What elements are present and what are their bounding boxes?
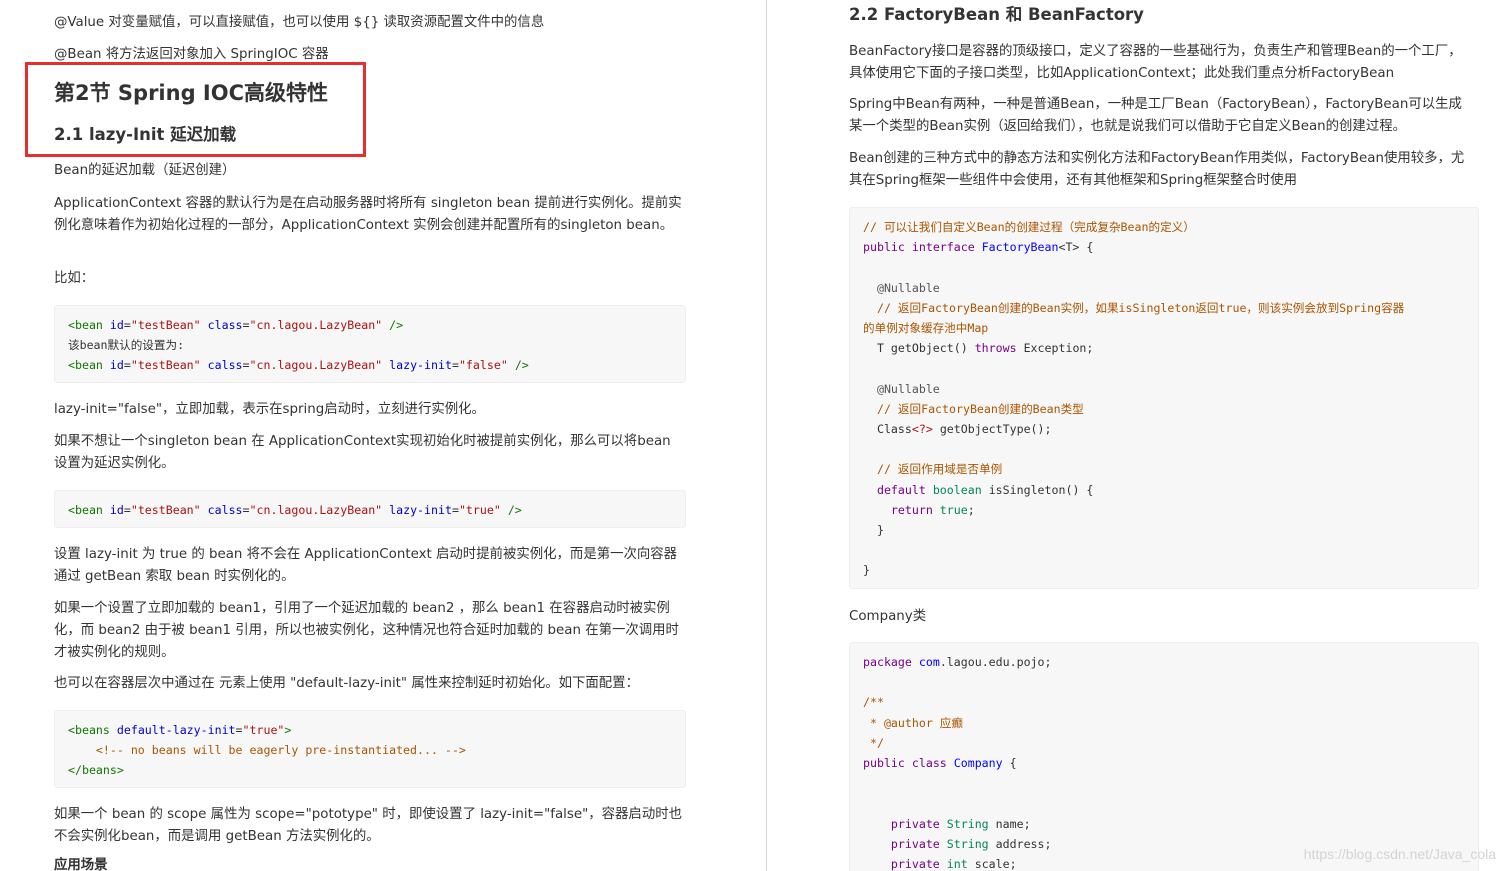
label-company-class: Company类 — [849, 609, 927, 624]
paragraph-beanfactory: BeanFactory接口是容器的顶级接口，定义了容器的一些基础行为，负责生产和… — [849, 44, 1462, 81]
heading-use-cases: 应用场景 — [54, 858, 108, 871]
intro-line-value: @Value 对变量赋值，可以直接赋值，也可以使用 ${} 读取资源配置文件中的… — [54, 15, 545, 30]
subsection-title-factorybean: 2.2 FactoryBean 和 BeanFactory — [849, 5, 1144, 24]
code-block-default-bean: <bean id="testBean" class="cn.lagou.Lazy… — [54, 305, 686, 383]
paragraph-example: 比如： — [54, 271, 95, 286]
paragraph-three-ways: Bean创建的三种方式中的静态方法和实例化方法和FactoryBean作用类似，… — [849, 151, 1465, 188]
paragraph-two-bean-types: Spring中Bean有两种，一种是普通Bean，一种是工厂Bean（Facto… — [849, 97, 1462, 134]
paragraph-no-preinit: 如果不想让一个singleton bean 在 ApplicationConte… — [54, 434, 671, 471]
paragraph-lazy-false: lazy-init="false"，立即加载，表示在spring启动时，立刻进行… — [54, 402, 485, 417]
paragraph-default-lazy-init: 也可以在容器层次中通过在 元素上使用 "default-lazy-init" 属… — [54, 676, 639, 691]
right-page: 2.2 FactoryBean 和 BeanFactory BeanFactor… — [769, 0, 1506, 871]
page-divider — [766, 0, 767, 871]
left-page: @Value 对变量赋值，可以直接赋值，也可以使用 ${} 读取资源配置文件中的… — [0, 0, 766, 871]
paragraph-default-behavior: ApplicationContext 容器的默认行为是在启动服务器时将所有 si… — [54, 196, 682, 233]
code-block-factorybean-interface: // 可以让我们自定义Bean的创建过程（完成复杂Bean的定义） public… — [849, 207, 1479, 589]
code-block-lazy-true: <bean id="testBean" calss="cn.lagou.Lazy… — [54, 490, 686, 528]
subsection-title-lazy-init: 2.1 lazy-Init 延迟加载 — [54, 125, 237, 144]
code-block-beans-default-lazy: <beans default-lazy-init="true"> <!-- no… — [54, 710, 686, 788]
paragraph-bean1-bean2: 如果一个设置了立即加载的 bean1，引用了一个延迟加载的 bean2 ，那么 … — [54, 601, 679, 660]
paragraph-scope-prototype: 如果一个 bean 的 scope 属性为 scope="pototype" 时… — [54, 807, 682, 844]
intro-line-bean: @Bean 将方法返回对象加入 SpringIOC 容器 — [54, 47, 329, 62]
code-block-company-class: package com.lagou.edu.pojo; /** * @autho… — [849, 642, 1479, 871]
section-title: 第2节 Spring IOC高级特性 — [54, 81, 329, 105]
watermark: https://blog.csdn.net/Java_cola — [1303, 846, 1496, 862]
paragraph-lazy-true: 设置 lazy-init 为 true 的 bean 将不会在 Applicat… — [54, 547, 678, 584]
paragraph-lazy-title: Bean的延迟加载（延迟创建） — [54, 163, 236, 178]
